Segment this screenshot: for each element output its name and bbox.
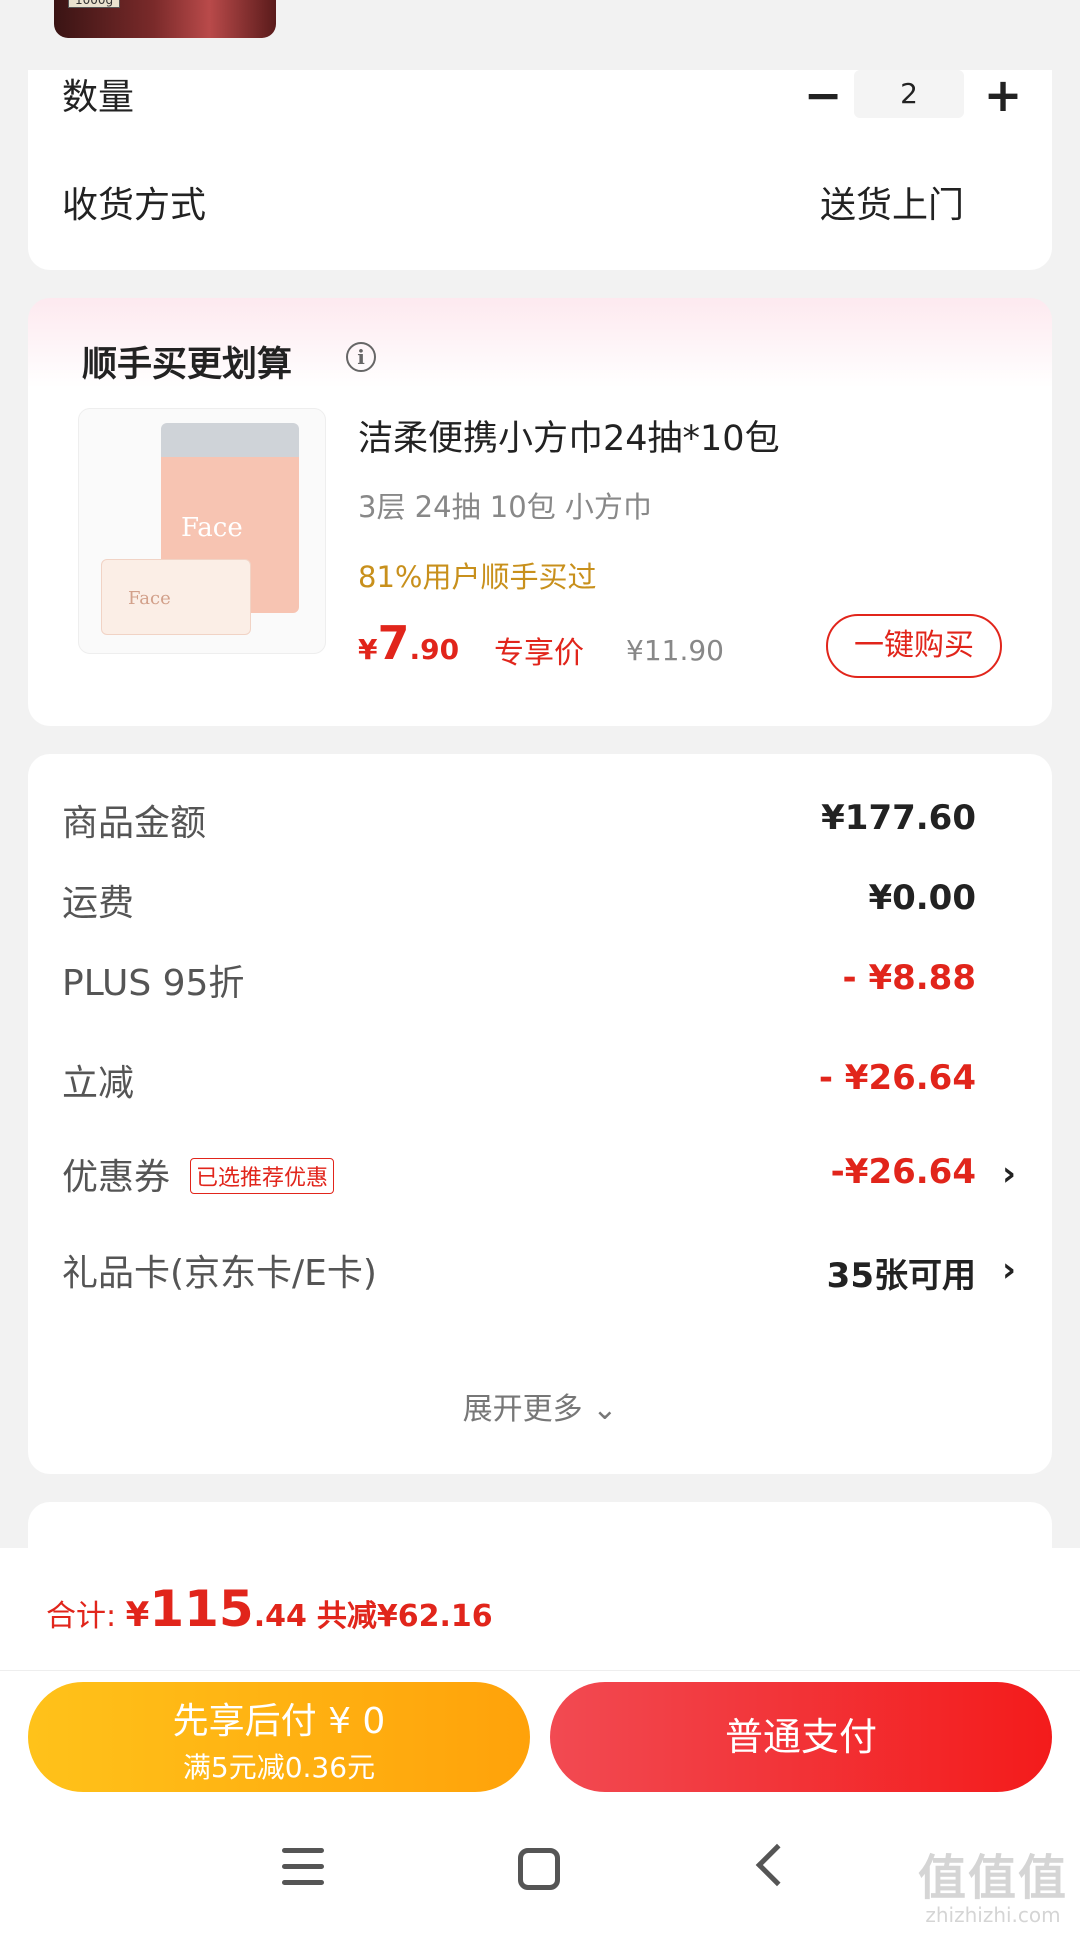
info-icon[interactable]: i <box>346 342 376 372</box>
order-options-card: 数量 − 2 + 收货方式 送货上门 <box>28 70 1052 270</box>
total-savings: 共减¥62.16 <box>316 1599 493 1634</box>
system-nav-bar: 值值值 zhizhizhi.com <box>0 1800 1080 1933</box>
summary-label: 立减 <box>62 1063 135 1104</box>
price-currency: ¥ <box>358 633 378 666</box>
summary-label: 运费 <box>62 883 135 924</box>
total-currency: ¥ <box>125 1595 150 1635</box>
recommend-product-name[interactable]: 洁柔便携小方巾24抽*10包 <box>358 410 780 461</box>
price-integer: 7 <box>377 616 410 670</box>
summary-value: 35张可用 <box>826 1256 976 1296</box>
summary-value: - ¥8.88 <box>842 958 977 998</box>
summary-label: 礼品卡(京东卡/E卡) <box>62 1253 377 1294</box>
coupon-badge: 已选推荐优惠 <box>190 1158 335 1194</box>
total-integer: 115 <box>149 1580 254 1638</box>
summary-label: PLUS 95折 <box>62 963 245 1004</box>
total-decimal: .44 <box>253 1599 307 1634</box>
summary-row-goods-amount: 商品金额 ¥177.60 <box>28 794 1052 844</box>
recommend-title: 顺手买更划算 <box>82 345 293 385</box>
pack-logo-text: Face <box>181 513 243 543</box>
footer-divider <box>0 1670 1080 1671</box>
summary-value: -¥26.64 <box>830 1152 976 1192</box>
total-label: 合计: <box>46 1599 126 1634</box>
summary-row-coupon[interactable]: 优惠券 已选推荐优惠 -¥26.64 › <box>28 1148 1052 1198</box>
recommend-product-spec: 3层 24抽 10包 小方巾 <box>358 490 652 524</box>
quantity-row: 数量 − 2 + <box>28 70 1052 120</box>
summary-row-shipping: 运费 ¥0.00 <box>28 874 1052 924</box>
recommend-bought-stat: 81%用户顺手买过 <box>358 560 597 594</box>
summary-value: - ¥26.64 <box>818 1058 976 1098</box>
summary-row-plus-discount: PLUS 95折 - ¥8.88 <box>28 954 1052 1004</box>
watermark-url: zhizhizhi.com <box>925 1903 1061 1927</box>
site-watermark: 值值值 zhizhizhi.com <box>918 1853 1068 1927</box>
tissue-box-image: Face <box>101 559 251 635</box>
summary-value: ¥177.60 <box>821 798 976 838</box>
order-total: 合计: ¥115.44 共减¥62.16 <box>46 1580 493 1638</box>
back-icon[interactable] <box>755 1843 799 1887</box>
summary-row-gift-card[interactable]: 礼品卡(京东卡/E卡) 35张可用 › <box>28 1244 1052 1296</box>
watermark-logo: 值值值 <box>917 1850 1068 1906</box>
delivery-method-value[interactable]: 送货上门 <box>820 176 964 228</box>
quantity-decrease-button[interactable]: − <box>798 70 848 120</box>
recent-apps-icon[interactable] <box>282 1848 324 1888</box>
quantity-increase-button[interactable]: + <box>978 70 1028 120</box>
pay-later-button[interactable]: 先享后付 ¥ 0 满5元减0.36元 <box>28 1682 530 1792</box>
one-click-buy-button[interactable]: 一键购买 <box>826 614 1002 678</box>
price-summary-card: 商品金额 ¥177.60 运费 ¥0.00 PLUS 95折 - ¥8.88 立… <box>28 754 1052 1474</box>
product-thumbnail[interactable]: 1000g <box>54 0 276 38</box>
home-icon[interactable] <box>518 1848 560 1890</box>
summary-label: 优惠券 <box>62 1157 171 1198</box>
chevron-right-icon: › <box>1001 1250 1016 1290</box>
quantity-label: 数量 <box>62 77 135 118</box>
recommend-price: ¥7.90 <box>358 616 459 670</box>
quantity-input[interactable]: 2 <box>854 70 964 118</box>
summary-label: 商品金额 <box>62 803 207 844</box>
box-logo-text: Face <box>128 588 171 609</box>
original-price: ¥11.90 <box>626 634 724 667</box>
pay-later-title: 先享后付 ¥ 0 <box>172 1701 386 1742</box>
pay-later-subtitle: 满5元减0.36元 <box>182 1751 376 1784</box>
chevron-right-icon: › <box>1001 1154 1016 1194</box>
normal-pay-button[interactable]: 普通支付 <box>550 1682 1052 1792</box>
recommend-card: 顺手买更划算 i Face Face 洁柔便携小方巾24抽*10包 3层 24抽… <box>28 298 1052 726</box>
summary-row-instant-discount: 立减 - ¥26.64 <box>28 1054 1052 1104</box>
delivery-label: 收货方式 <box>62 185 207 226</box>
price-decimal: .90 <box>409 633 460 666</box>
expand-more-link[interactable]: 展开更多 ⌄ <box>28 1384 1052 1428</box>
weight-tag: 1000g <box>68 0 121 8</box>
recommend-product-image[interactable]: Face Face <box>78 408 326 654</box>
exclusive-price-label: 专享价 <box>494 636 584 671</box>
summary-value: ¥0.00 <box>868 878 976 918</box>
